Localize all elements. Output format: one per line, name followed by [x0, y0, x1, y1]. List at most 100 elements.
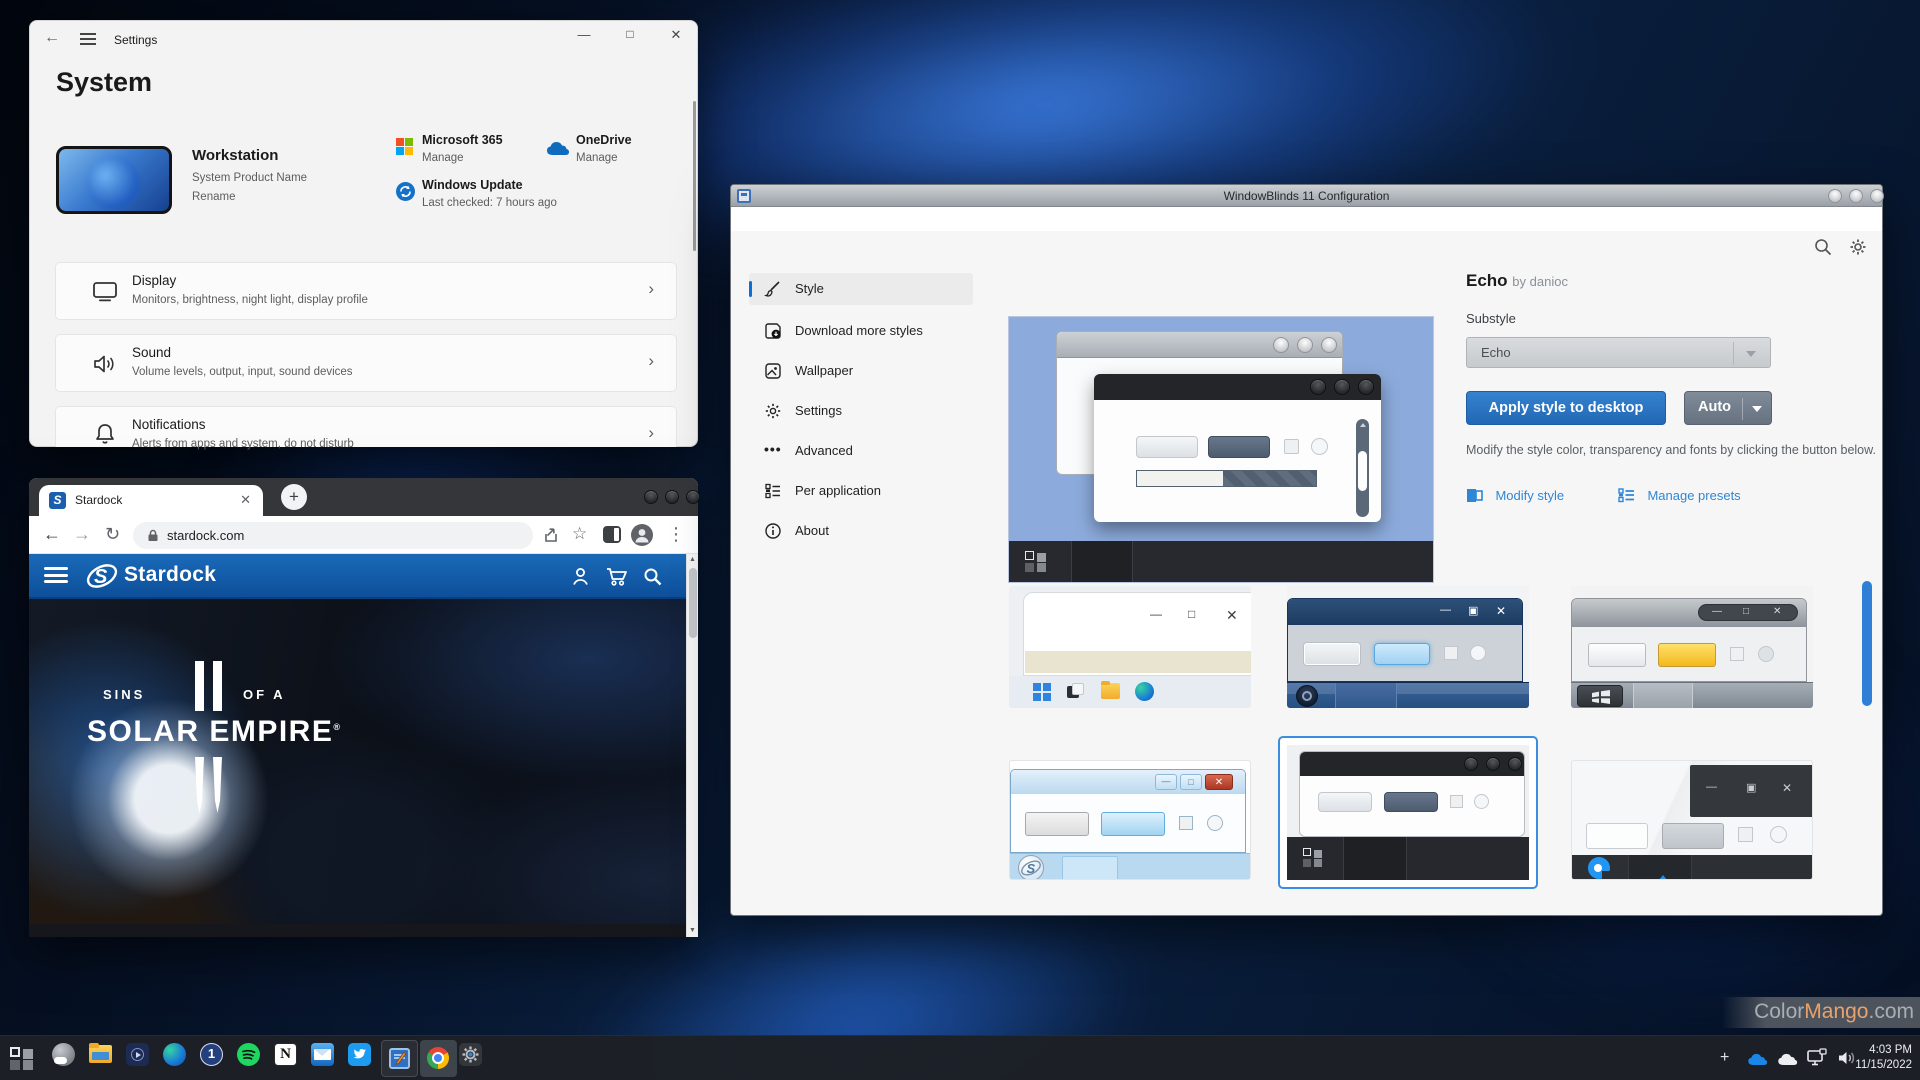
hero-solar-empire: SOLAR EMPIRE®: [87, 715, 342, 749]
quick-link-subtitle[interactable]: Manage: [576, 152, 618, 164]
search-icon[interactable]: [642, 566, 663, 587]
show-hidden-icons[interactable]: +: [1720, 1049, 1729, 1067]
browser-tab[interactable]: S Stardock ✕: [39, 485, 263, 516]
notion-icon[interactable]: N: [274, 1043, 297, 1066]
onepassword-icon[interactable]: 1: [200, 1043, 223, 1066]
style-thumbnail-silver[interactable]: — □ ✕: [1571, 586, 1813, 708]
nav-item-advanced[interactable]: ••• Advanced: [749, 435, 973, 467]
item-subtitle: Alerts from apps and system, do not dist…: [132, 438, 354, 450]
settings-item-sound[interactable]: Sound Volume levels, output, input, soun…: [55, 334, 677, 392]
search-icon[interactable]: [1813, 237, 1833, 257]
hero-banner[interactable]: SINS OF A SOLAR EMPIRE®: [29, 599, 686, 924]
wb-scrollbar-thumb[interactable]: [1862, 581, 1872, 706]
chevron-right-icon: ›: [648, 351, 654, 371]
twitter-icon[interactable]: [348, 1043, 371, 1066]
sphere-app-icon[interactable]: [52, 1043, 75, 1066]
cart-icon[interactable]: [605, 566, 629, 587]
settings-item-display[interactable]: Display Monitors, brightness, night ligh…: [55, 262, 677, 320]
scroll-down-icon[interactable]: ▼: [689, 927, 696, 934]
scroll-up-icon[interactable]: ▲: [689, 556, 696, 563]
edge-icon[interactable]: [163, 1043, 186, 1066]
nav-label: Advanced: [795, 443, 853, 458]
nav-item-wallpaper[interactable]: Wallpaper: [749, 355, 973, 387]
nav-item-per-application[interactable]: Per application: [749, 475, 973, 507]
share-icon[interactable]: [543, 526, 561, 544]
scrollbar-thumb[interactable]: [689, 568, 697, 638]
menu-dots-icon[interactable]: ⋮: [667, 524, 685, 545]
bookmark-star-icon[interactable]: ☆: [572, 524, 587, 544]
style-thumbnail-echo-selected[interactable]: [1278, 736, 1538, 889]
style-thumbnail-xp-blue[interactable]: — □ ✕ S: [1009, 760, 1251, 880]
display-device-tray-icon[interactable]: [1806, 1048, 1828, 1068]
rename-button[interactable]: Rename: [192, 191, 235, 203]
site-menu-icon[interactable]: [44, 567, 68, 585]
back-icon[interactable]: ←: [43, 524, 61, 545]
tab-strip: S Stardock ✕ +: [29, 478, 698, 516]
minimize-button[interactable]: —: [561, 27, 607, 42]
onedrive-personal-tray-icon[interactable]: [1774, 1051, 1798, 1067]
item-subtitle: Monitors, brightness, night light, displ…: [132, 294, 368, 306]
deskscapes-icon[interactable]: [126, 1043, 149, 1066]
style-thumbnail-navy[interactable]: — ▣ ✕: [1287, 586, 1529, 708]
hamburger-icon[interactable]: [80, 33, 96, 45]
substyle-dropdown[interactable]: Echo: [1466, 337, 1771, 368]
style-thumbnail-charcoal[interactable]: — ▣ ✕: [1571, 760, 1813, 880]
display-icon: [92, 281, 118, 303]
svg-text:S: S: [1027, 861, 1036, 876]
modify-style-label: Modify style: [1495, 488, 1564, 503]
auto-button[interactable]: Auto: [1684, 391, 1772, 425]
quick-link-title[interactable]: Microsoft 365: [422, 133, 503, 147]
start-button[interactable]: [10, 1047, 34, 1071]
account-icon[interactable]: [570, 566, 591, 587]
side-panel-icon[interactable]: [603, 526, 621, 543]
mail-icon[interactable]: [311, 1043, 334, 1066]
wb-close-button[interactable]: [1870, 189, 1884, 203]
forward-icon[interactable]: →: [73, 524, 91, 545]
back-icon[interactable]: ←: [44, 29, 60, 47]
tab-close-icon[interactable]: ✕: [240, 492, 251, 508]
manage-presets-link[interactable]: Manage presets: [1618, 487, 1741, 505]
nav-item-download[interactable]: Download more styles: [749, 315, 973, 347]
chrome-taskbar-slot[interactable]: [420, 1040, 457, 1077]
apply-style-button[interactable]: Apply style to desktop: [1466, 391, 1666, 425]
style-thumbnail-light[interactable]: — □ ✕: [1009, 586, 1251, 708]
url-bar[interactable]: stardock.com: [133, 522, 533, 549]
file-explorer-icon[interactable]: [89, 1043, 112, 1066]
window-close-button[interactable]: [686, 490, 700, 504]
device-wallpaper-thumbnail: [56, 146, 172, 214]
nav-item-about[interactable]: About: [749, 515, 973, 547]
wb-content: Style Download more styles Wallpaper Set…: [731, 231, 1882, 915]
nav-item-settings[interactable]: Settings: [749, 395, 973, 427]
profile-avatar[interactable]: [631, 524, 653, 546]
close-button[interactable]: ✕: [653, 27, 699, 43]
nav-item-style[interactable]: Style: [749, 273, 973, 305]
scrollbar-thumb[interactable]: [693, 101, 696, 251]
window-minimize-button[interactable]: [644, 490, 658, 504]
wb-minimize-button[interactable]: [1828, 189, 1842, 203]
page-scrollbar[interactable]: ▲ ▼: [686, 554, 698, 937]
new-tab-button[interactable]: +: [281, 484, 307, 510]
wb-maximize-button[interactable]: [1849, 189, 1863, 203]
stardock-logo[interactable]: S: [85, 560, 119, 592]
window-maximize-button[interactable]: [665, 490, 679, 504]
settings-app-icon[interactable]: [459, 1043, 482, 1066]
modify-style-link[interactable]: Modify style: [1466, 487, 1564, 505]
clock[interactable]: 4:03 PM 11/15/2022: [1850, 1043, 1912, 1073]
settings-item-notifications[interactable]: Notifications Alerts from apps and syste…: [55, 406, 677, 447]
reload-icon[interactable]: ↻: [105, 524, 120, 545]
brand-name[interactable]: Stardock: [124, 563, 216, 587]
gear-icon[interactable]: [1848, 237, 1868, 257]
windowblinds-taskbar-slot[interactable]: [381, 1040, 418, 1077]
maximize-button[interactable]: □: [607, 27, 653, 41]
preview-button-dark: [1208, 436, 1270, 458]
quick-link-subtitle[interactable]: Manage: [422, 152, 464, 164]
spotify-icon[interactable]: [237, 1043, 260, 1066]
style-preview: [1009, 317, 1433, 582]
info-icon: [764, 522, 782, 540]
quick-link-title[interactable]: Windows Update: [422, 178, 523, 192]
tray-time: 4:03 PM: [1850, 1043, 1912, 1058]
quick-link-title[interactable]: OneDrive: [576, 133, 632, 147]
onedrive-tray-icon[interactable]: [1744, 1051, 1768, 1067]
style-description: Modify the style color, transparency and…: [1466, 441, 1920, 460]
window-title: Settings: [114, 33, 157, 47]
